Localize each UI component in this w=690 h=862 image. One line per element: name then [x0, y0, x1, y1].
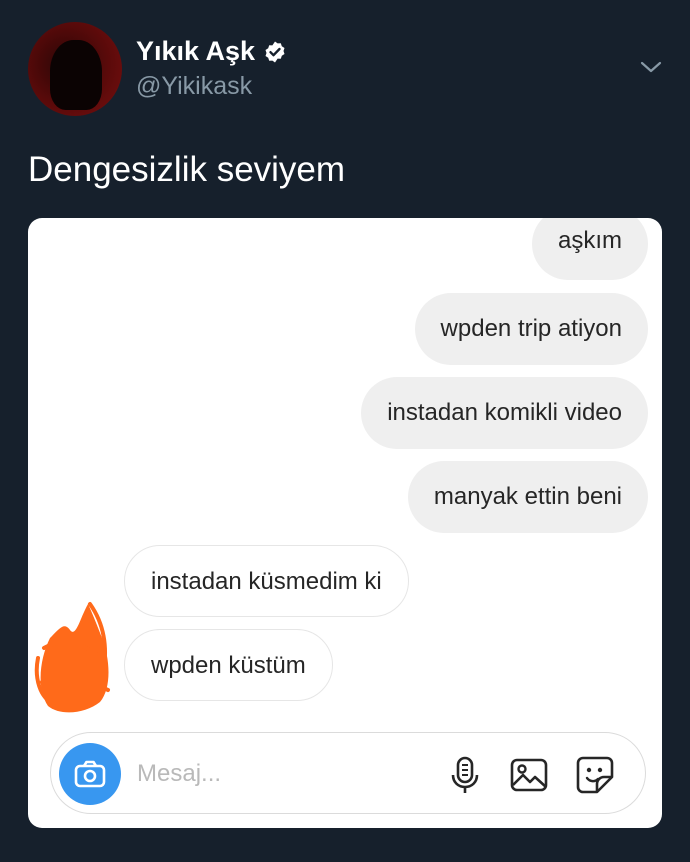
camera-button[interactable]: [59, 743, 121, 805]
sent-message: manyak ettin beni: [407, 461, 648, 533]
chevron-down-icon[interactable]: [640, 58, 662, 76]
camera-icon: [74, 760, 106, 788]
message-composer: [50, 732, 646, 814]
message-input[interactable]: [135, 751, 429, 797]
author-handle[interactable]: @Yikikask: [136, 72, 252, 101]
chat-screenshot: aşkım wpden trip atiyon instadan komikli…: [28, 218, 662, 828]
sent-message: wpden trip atiyon: [414, 293, 648, 365]
avatar-silhouette: [50, 40, 102, 110]
avatar-redaction-scribble: [34, 602, 110, 713]
author-display-name[interactable]: Yıkık Aşk: [136, 36, 255, 67]
received-message: instadan küsmedim ki: [124, 545, 409, 617]
sent-message: aşkım: [531, 218, 648, 280]
author-name-row: Yıkık Aşk: [136, 36, 287, 67]
gallery-icon[interactable]: [509, 755, 549, 795]
received-message: wpden küstüm: [124, 629, 333, 701]
sticker-icon[interactable]: [575, 755, 615, 795]
sent-message: instadan komikli video: [361, 377, 648, 449]
tweet-text: Dengesizlik seviyem: [28, 150, 346, 189]
verified-badge-icon: [265, 41, 285, 62]
author-avatar[interactable]: [28, 22, 122, 116]
microphone-icon[interactable]: [445, 755, 485, 795]
